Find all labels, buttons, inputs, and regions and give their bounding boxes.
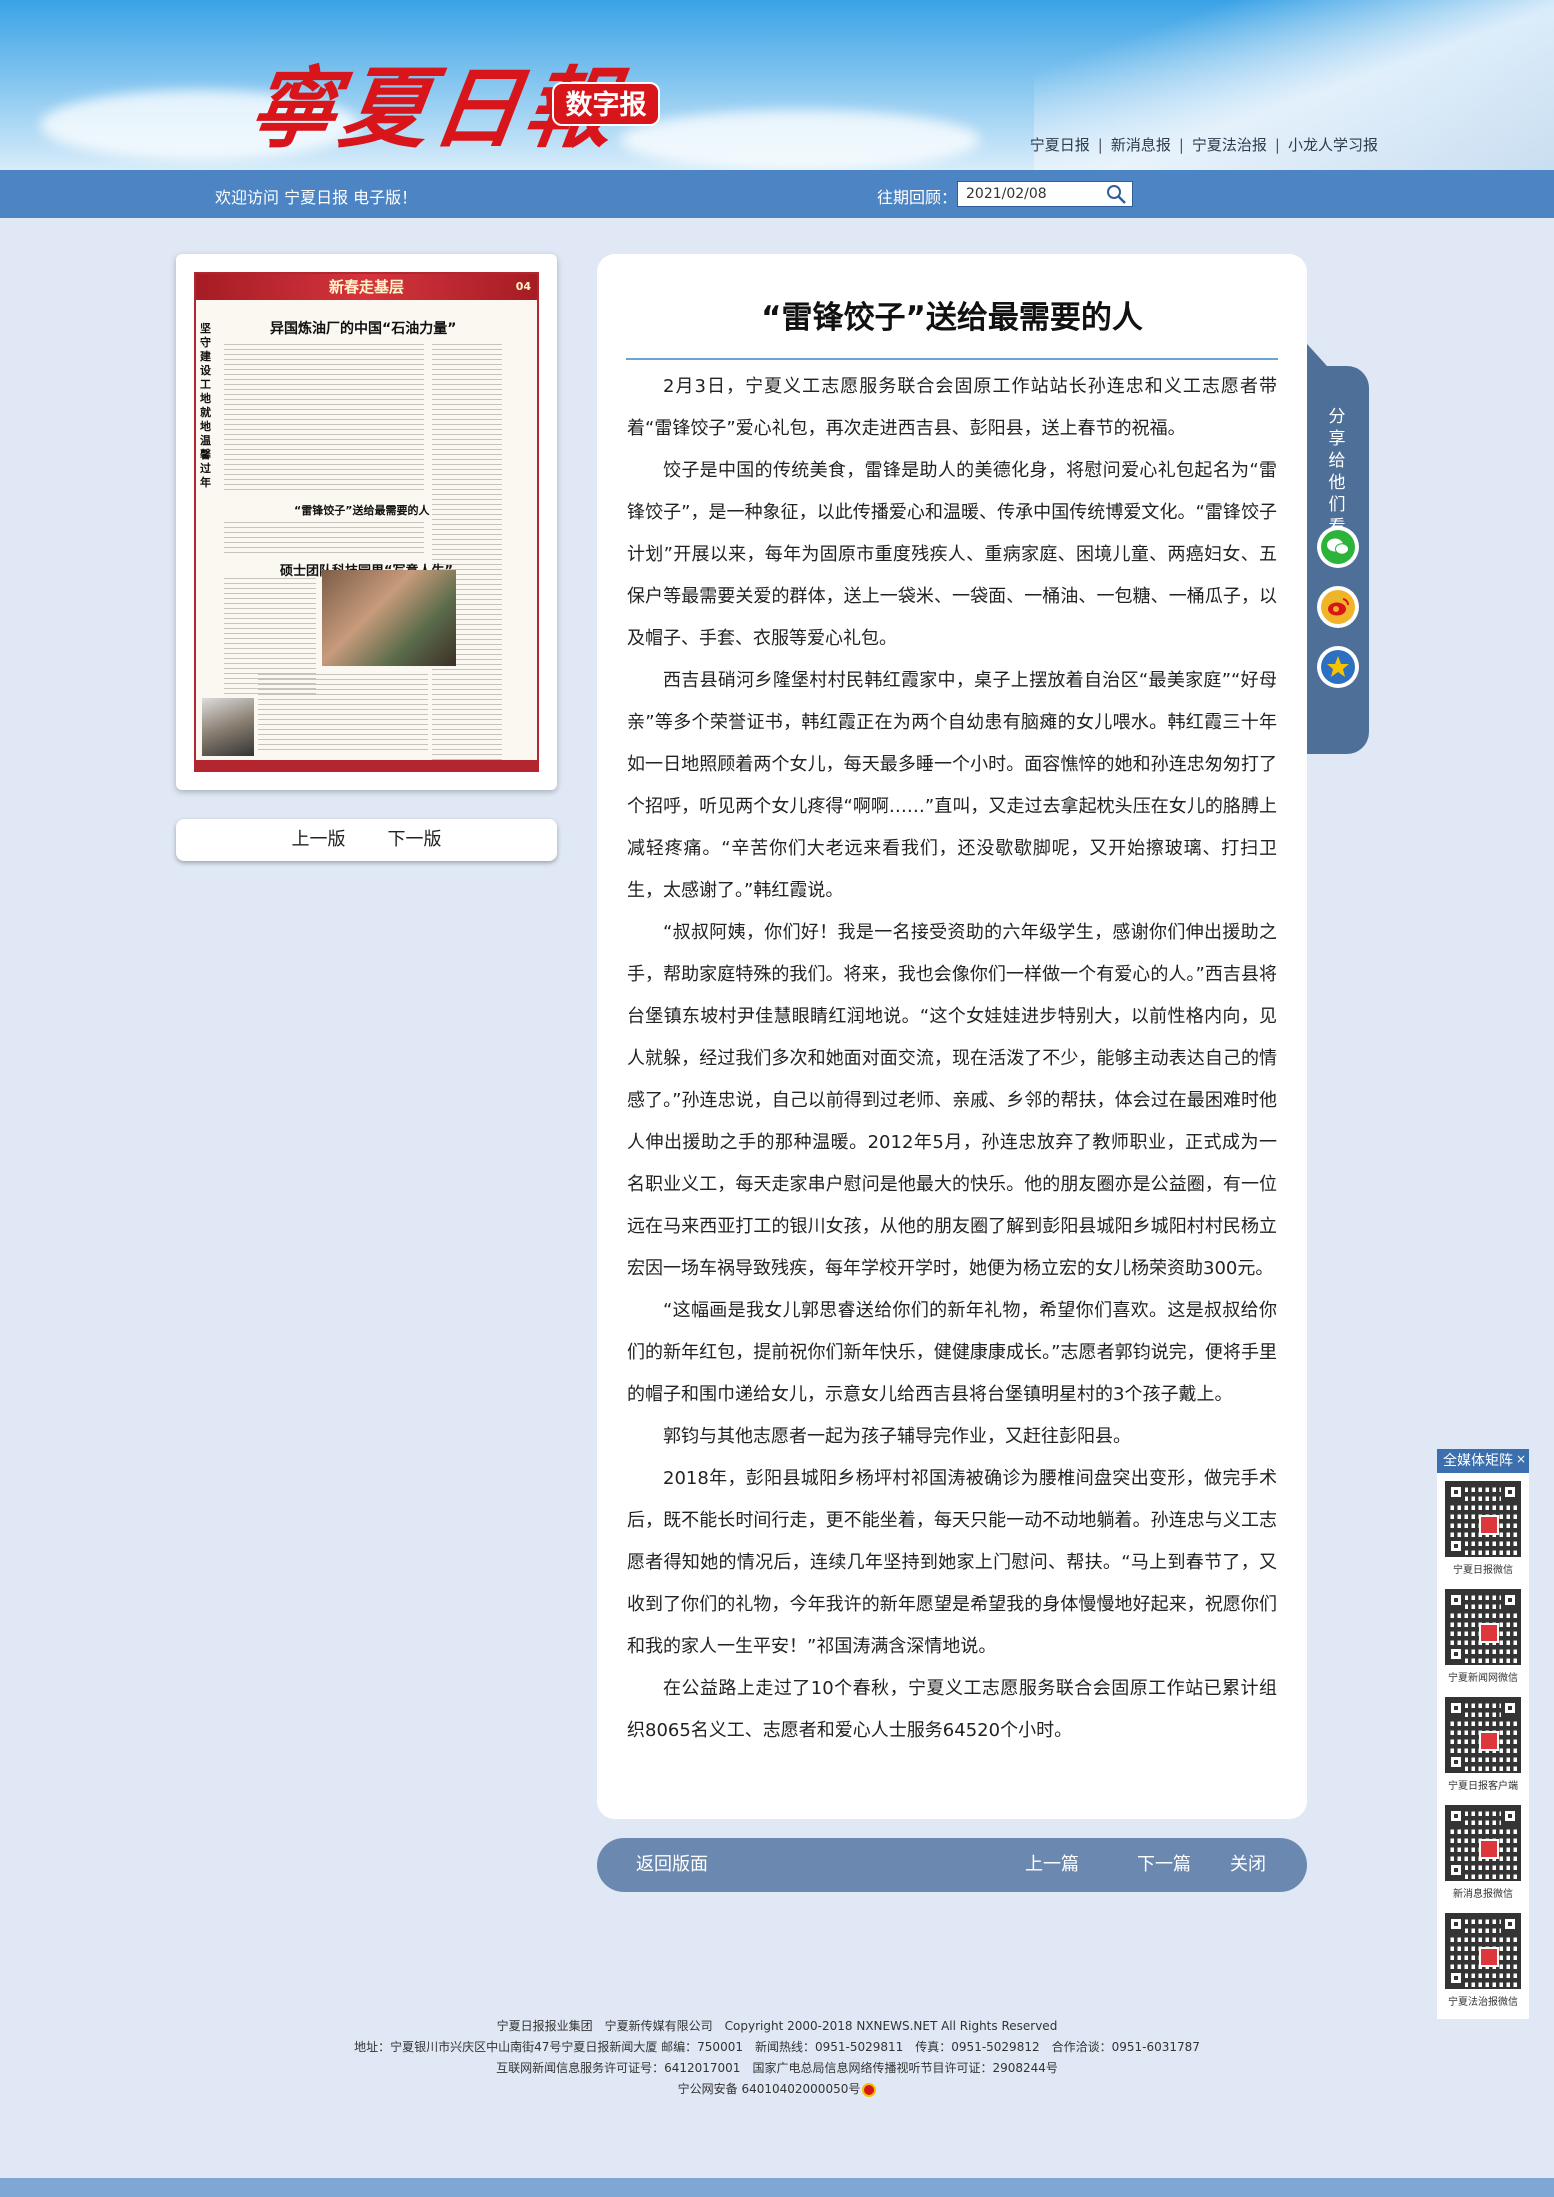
newspaper-page-preview[interactable]: 新春走基层 04 异国炼油厂的中国“石油力量” “雷锋饺子”送给最需要的人 硕士…	[194, 272, 539, 772]
footer-license: 互联网新闻信息服务许可证号：6412017001 国家广电总局信息网络传播视听节…	[496, 2061, 1058, 2075]
page-navigation: 上一版 下一版	[176, 819, 557, 861]
wechat-icon	[1321, 530, 1355, 564]
back-to-page-button[interactable]: 返回版面	[636, 1838, 708, 1892]
qr-item-nx-news-wechat[interactable]: 宁夏新闻网微信	[1441, 1585, 1525, 1689]
qr-label: 新消息报微信	[1453, 1889, 1513, 1900]
footer-security-line: 宁公网安备 64010402000050号	[0, 2079, 1554, 2100]
police-badge-icon	[862, 2082, 877, 2097]
article-paragraph: 2018年，彭阳县城阳乡杨坪村祁国涛被确诊为腰椎间盘突出变形，做完手术后，既不能…	[627, 1468, 1277, 1657]
separator: |	[1274, 136, 1280, 154]
qr-code	[1445, 1481, 1521, 1557]
qr-label: 宁夏日报客户端	[1448, 1781, 1518, 1792]
article-paragraph: “这幅画是我女儿郭思睿送给你们的新年礼物，希望你们喜欢。这是叔叔给你们的新年红包…	[627, 1300, 1277, 1405]
close-button[interactable]: 关闭	[1230, 1838, 1266, 1892]
thumb-text-column	[224, 522, 424, 556]
article-paragraph: 2月3日，宁夏义工志愿服务联合会固原工作站站长孙连忠和义工志愿者带着“雷锋饺子”…	[627, 376, 1277, 439]
next-page-button[interactable]: 下一版	[388, 829, 442, 850]
qr-code	[1445, 1805, 1521, 1881]
site-header: 寧夏日報 数字报 宁夏日报 | 新消息报 | 宁夏法治报 | 小龙人学习报	[0, 0, 1554, 170]
qr-item-xinxiaoxi-wechat[interactable]: 新消息报微信	[1441, 1801, 1525, 1905]
thumb-photo	[202, 698, 254, 756]
footer-address: 地址：宁夏银川市兴庆区中山南街47号宁夏日报新闻大厦 邮编：750001 新闻热…	[354, 2040, 1200, 2054]
nav-bar: 欢迎访问 宁夏日报 电子版！ 往期回顾： 2021/02/08	[0, 170, 1554, 218]
welcome-text: 欢迎访问 宁夏日报 电子版！	[215, 188, 418, 207]
media-matrix-title-text: 全媒体矩阵	[1443, 1453, 1513, 1469]
footer-copyright: 宁夏日报报业集团 宁夏新传媒有限公司 Copyright 2000-2018 N…	[496, 2019, 1058, 2033]
qr-code	[1445, 1589, 1521, 1665]
article-paragraph: 郭钧与其他志愿者一起为孩子辅导完作业，又赶往彭阳县。	[663, 1426, 1131, 1447]
digital-edition-badge: 数字报	[552, 82, 660, 126]
thumb-headline[interactable]: “雷锋饺子”送给最需要的人	[294, 502, 429, 518]
qr-label: 宁夏新闻网微信	[1448, 1673, 1518, 1684]
article-title: “雷锋饺子”送给最需要的人	[761, 300, 1143, 336]
qr-code	[1445, 1913, 1521, 1989]
article-paragraph: 饺子是中国的传统美食，雷锋是助人的美德化身，将慰问爱心礼包起名为“雷锋饺子”，是…	[627, 460, 1277, 649]
qr-code	[1445, 1697, 1521, 1773]
media-matrix-title: 全媒体矩阵 ×	[1437, 1449, 1529, 1473]
favorite-star-icon	[1321, 650, 1355, 684]
article-paragraph: “叔叔阿姨，你们好！我是一名接受资助的六年级学生，感谢你们伸出援助之手，帮助家庭…	[627, 922, 1277, 1279]
separator: |	[1178, 136, 1184, 154]
page-thumbnail[interactable]: 新春走基层 04 异国炼油厂的中国“石油力量” “雷锋饺子”送给最需要的人 硕士…	[176, 254, 557, 790]
link-ningxia-daily[interactable]: 宁夏日报	[1030, 136, 1090, 154]
qr-label: 宁夏法治报微信	[1448, 1997, 1518, 2008]
media-matrix-panel: 全媒体矩阵 × 宁夏日报微信 宁夏新闻网微信 宁夏日报客户端 新消息报微信 宁夏…	[1437, 1449, 1529, 2019]
prev-page-button[interactable]: 上一版	[292, 829, 346, 850]
cloud-decoration	[620, 110, 980, 170]
article-body: 2月3日，宁夏义工志愿服务联合会固原工作站站长孙连忠和义工志愿者带着“雷锋饺子”…	[627, 366, 1277, 1752]
next-article-button[interactable]: 下一篇	[1137, 1838, 1191, 1892]
article-paragraph: 西吉县硝河乡隆堡村村民韩红霞家中，桌子上摆放着自治区“最美家庭”“好母亲”等多个…	[627, 670, 1277, 901]
article-panel: “雷锋饺子”送给最需要的人 2月3日，宁夏义工志愿服务联合会固原工作站站长孙连忠…	[597, 254, 1307, 1819]
bottom-strip	[0, 2178, 1554, 2197]
qr-item-ningxia-daily-app[interactable]: 宁夏日报客户端	[1441, 1693, 1525, 1797]
qr-label: 宁夏日报微信	[1453, 1565, 1513, 1576]
close-icon[interactable]: ×	[1516, 1447, 1526, 1471]
share-weibo-button[interactable]	[1317, 586, 1359, 628]
header-links: 宁夏日报 | 新消息报 | 宁夏法治报 | 小龙人学习报	[1030, 134, 1378, 155]
separator: |	[1097, 136, 1103, 154]
article-navigation: 返回版面 上一篇 下一篇 关闭	[597, 1838, 1307, 1892]
link-xiaolongren[interactable]: 小龙人学习报	[1288, 136, 1378, 154]
thumb-text-column	[432, 344, 502, 764]
thumb-text-column	[258, 674, 428, 754]
link-fazhi[interactable]: 宁夏法治报	[1192, 136, 1267, 154]
link-xinxiaoxi[interactable]: 新消息报	[1111, 136, 1171, 154]
share-wechat-button[interactable]	[1317, 526, 1359, 568]
thumb-footer-band	[196, 760, 537, 770]
archive-label: 往期回顾：	[877, 188, 958, 207]
share-sidebar: 分享给他们看看	[1307, 344, 1369, 754]
footer-security-record[interactable]: 宁公网安备 64010402000050号	[678, 2082, 861, 2096]
search-icon[interactable]	[1104, 183, 1128, 205]
thumb-banner: 新春走基层 04	[196, 274, 537, 300]
weibo-icon	[1321, 590, 1355, 624]
site-footer: 宁夏日报报业集团 宁夏新传媒有限公司 Copyright 2000-2018 N…	[0, 2016, 1554, 2100]
thumb-text-column	[224, 344, 424, 494]
thumb-page-number: 04	[515, 280, 531, 293]
qr-item-fazhi-wechat[interactable]: 宁夏法治报微信	[1441, 1909, 1525, 2013]
title-divider	[626, 358, 1278, 360]
thumb-vertical-headline[interactable]: 坚守建设工地 就地温馨过年	[200, 322, 216, 490]
article-paragraph: 在公益路上走过了10个春秋，宁夏义工志愿服务联合会固原工作站已累计组织8065名…	[627, 1678, 1277, 1741]
thumb-banner-text: 新春走基层	[328, 278, 404, 296]
thumb-headline[interactable]: 异国炼油厂的中国“石油力量”	[270, 318, 456, 338]
share-favorite-button[interactable]	[1317, 646, 1359, 688]
qr-item-ningxia-daily-wechat[interactable]: 宁夏日报微信	[1441, 1477, 1525, 1581]
thumb-photo	[322, 570, 456, 666]
prev-article-button[interactable]: 上一篇	[1025, 1838, 1079, 1892]
